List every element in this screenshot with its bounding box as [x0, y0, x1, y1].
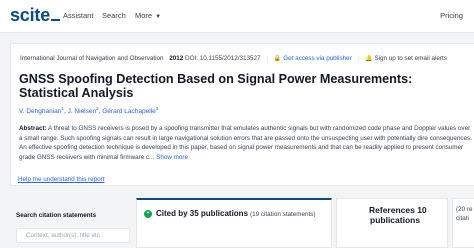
abstract-label: Abstract: — [19, 125, 47, 132]
cited-by-count: Cited by 35 publications — [156, 209, 249, 218]
journal-name[interactable]: International Journal of Navigation and … — [20, 55, 164, 62]
author-link[interactable]: J. Nielsen — [68, 108, 97, 115]
author-link[interactable]: Gérard Lachapelle — [102, 108, 155, 115]
search-statements-label: Search citation statements — [16, 212, 97, 219]
meta-divider: | — [357, 55, 360, 62]
show-more-link[interactable]: Show more — [156, 154, 188, 161]
access-publisher-link[interactable]: Get access via publisher — [283, 55, 352, 62]
author-link[interactable]: V. Dehghanian — [19, 108, 61, 115]
abstract-text: A threat to GNSS receivers is posed by a… — [19, 125, 472, 161]
paper-title: GNSS Spoofing Detection Based on Signal … — [19, 72, 413, 100]
statements-count: (20 re — [456, 206, 473, 213]
paper-meta: International Journal of Navigation and … — [20, 55, 447, 62]
references-label: References 10 publications — [369, 205, 427, 225]
nav-assistant[interactable]: Assistant — [63, 11, 93, 20]
nav-pricing[interactable]: Pricing — [440, 11, 463, 20]
references-count: References 10 — [369, 205, 427, 215]
author-list: V. Dehghanian1, J. Nielsen2, Gérard Lach… — [19, 106, 158, 115]
paper-abstract: Abstract: A threat to GNSS receivers is … — [19, 124, 474, 162]
statements-unit: citati — [456, 215, 469, 222]
nav-more[interactable]: More ▼ — [135, 11, 161, 20]
paper-doi[interactable]: DOI: 10.1155/2012/313527 — [185, 55, 261, 62]
tab-cited-by[interactable] — [136, 198, 332, 248]
nav-search[interactable]: Search — [102, 11, 126, 20]
publication-year: 2012 — [169, 55, 184, 62]
quote-icon: ❝ — [144, 209, 152, 218]
scite-logo[interactable]: scite — [10, 5, 61, 26]
lock-icon: 🔒 — [273, 56, 282, 62]
cited-by-label: ❝ Cited by 35 publications (19 citation st… — [144, 209, 315, 218]
email-alerts-link[interactable]: Sign up to set email alerts — [374, 55, 446, 62]
nav-more-label: More — [135, 11, 153, 20]
references-unit: publications — [370, 215, 421, 225]
top-navigation-bar: scite Assistant Search More ▼ Pricing — [0, 0, 474, 33]
search-input-placeholder: Context, author(s), title etc — [26, 232, 100, 239]
help-understand-link[interactable]: Help me understand this report — [18, 176, 104, 183]
meta-divider: | — [266, 55, 268, 62]
statements-label: (20 re citati — [456, 205, 472, 223]
author-affiliation-number: 3 — [155, 106, 159, 111]
chevron-down-icon: ▼ — [155, 14, 162, 20]
paper-card: International Journal of Navigation and … — [10, 43, 474, 186]
citation-statements-count: (19 citation statements) — [250, 211, 316, 218]
bell-icon: 🔔 — [364, 56, 373, 62]
